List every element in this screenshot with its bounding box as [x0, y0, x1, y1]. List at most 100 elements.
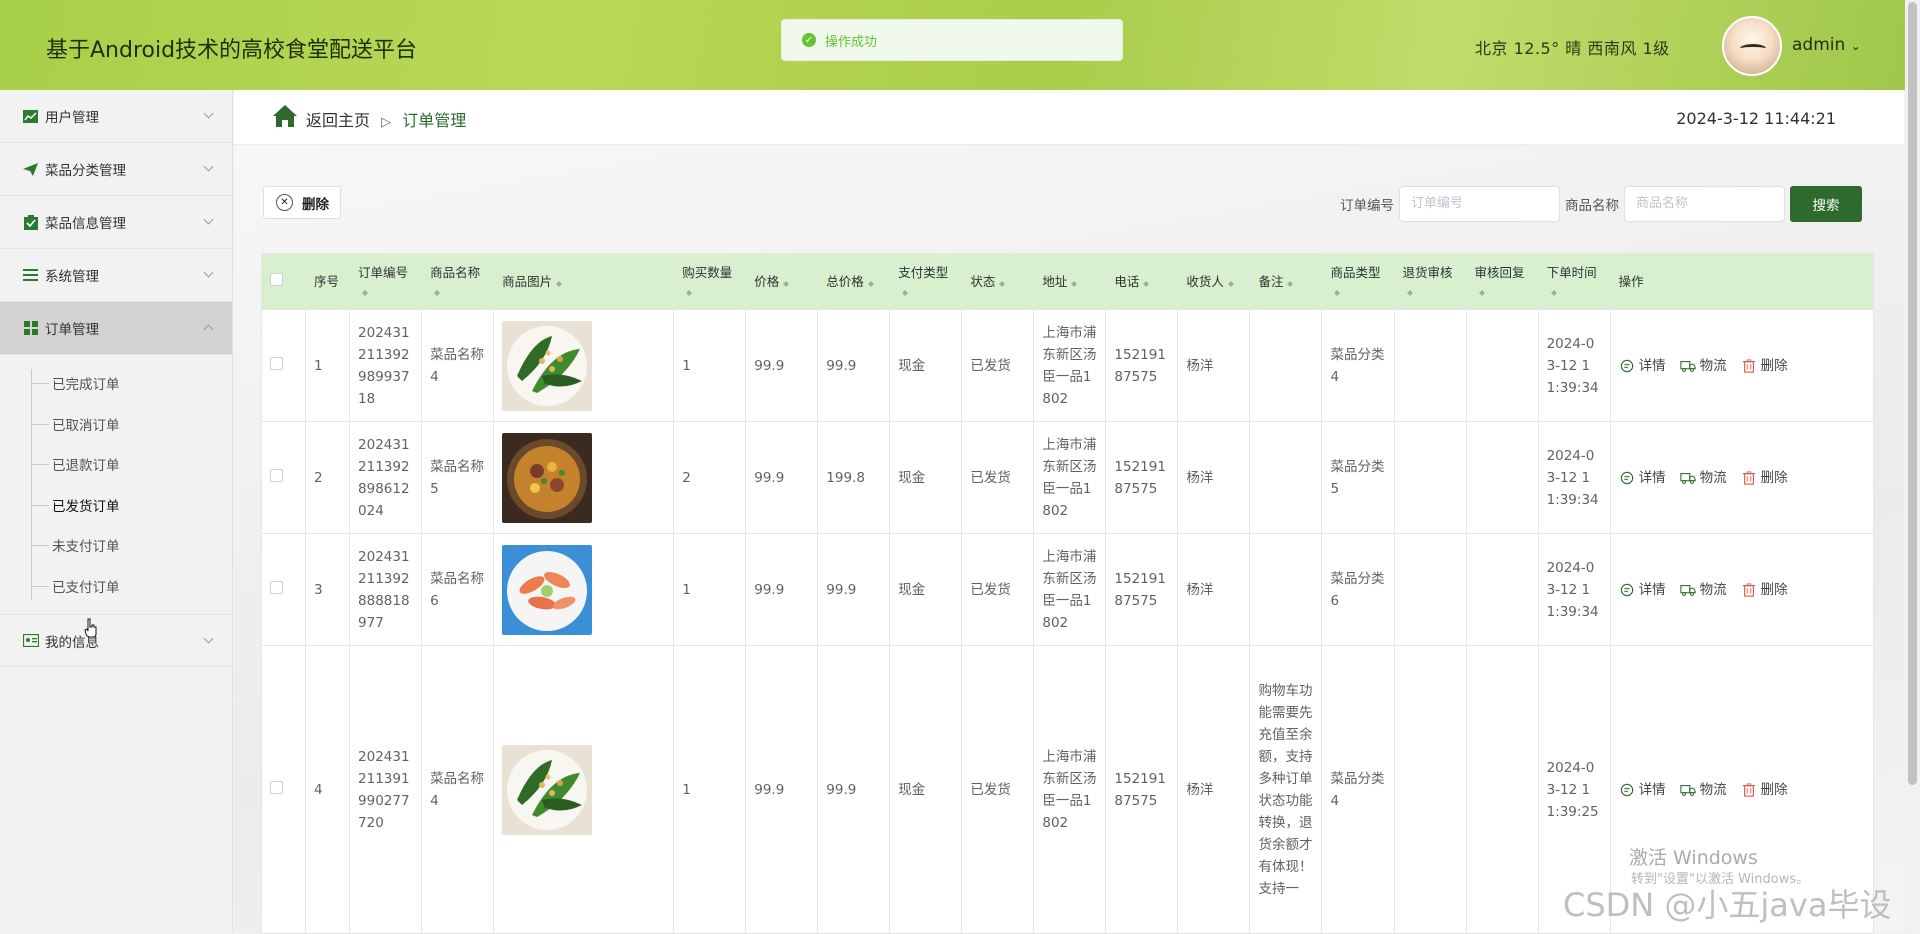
detail-button[interactable]: 详情: [1619, 355, 1666, 377]
chevron-down-icon: [203, 161, 214, 172]
th-order-time[interactable]: 下单时间: [1537, 253, 1611, 310]
breadcrumb-separator: ▷: [381, 115, 392, 130]
page-scrollbar[interactable]: [1905, 0, 1920, 932]
detail-button[interactable]: 详情: [1619, 579, 1666, 601]
sidebar-item-my-info[interactable]: 我的信息: [0, 614, 232, 667]
table-row[interactable]: 3 202431211392888818 977 菜品名称6 1 99.9 99.9 现金 已…: [260, 533, 1875, 646]
goods-image[interactable]: [502, 544, 593, 635]
goods-image[interactable]: [502, 432, 593, 523]
sort-icon[interactable]: [1071, 278, 1078, 288]
order-no-input[interactable]: 订单编号: [1399, 186, 1560, 222]
sidebar-item-label: 菜品分类管理: [45, 163, 126, 179]
th-remark[interactable]: 备注: [1249, 253, 1323, 310]
user-menu[interactable]: admin ⌄: [1792, 35, 1861, 55]
id-card-icon: [22, 633, 39, 648]
th-label: 价格: [754, 274, 780, 289]
th-goods-image[interactable]: 商品图片: [493, 253, 675, 310]
delete-row-button[interactable]: 删除: [1741, 779, 1788, 801]
sidebar: 用户管理 菜品分类管理 菜品信息管理 系统管理 订单管理 已完成订单 已取消订单…: [0, 90, 233, 932]
sidebar-item-orders[interactable]: 订单管理: [0, 302, 232, 355]
sort-icon[interactable]: [902, 287, 909, 297]
detail-button[interactable]: 详情: [1619, 779, 1666, 801]
th-address[interactable]: 地址: [1033, 253, 1107, 310]
th-receiver[interactable]: 收货人: [1177, 253, 1251, 310]
detail-button[interactable]: 详情: [1619, 467, 1666, 489]
th-goods-name[interactable]: 商品名称: [421, 253, 495, 310]
sort-icon[interactable]: [1550, 287, 1557, 297]
breadcrumb-home[interactable]: 返回主页: [306, 111, 370, 130]
sort-icon[interactable]: [686, 287, 693, 297]
cell-index: 4: [305, 645, 351, 934]
sort-icon[interactable]: [783, 278, 790, 288]
logistics-button[interactable]: 物流: [1679, 779, 1727, 801]
sort-icon[interactable]: [434, 287, 441, 297]
row-checkbox[interactable]: [270, 468, 283, 482]
th-status[interactable]: 状态: [961, 253, 1035, 310]
delete-row-button[interactable]: 删除: [1741, 467, 1788, 489]
sort-icon[interactable]: [1287, 278, 1294, 288]
sort-icon[interactable]: [362, 287, 369, 297]
table-row[interactable]: 1 202431211392989937 18 菜品名称4 1 99.9 99.9 现金 已发…: [260, 309, 1875, 422]
th-review-reply[interactable]: 审核回复: [1465, 253, 1539, 310]
sort-icon[interactable]: [1478, 287, 1485, 297]
goods-image[interactable]: [502, 744, 593, 835]
th-refund-review[interactable]: 退货审核: [1393, 253, 1467, 310]
th-label: 商品图片: [502, 274, 553, 289]
sort-icon[interactable]: [1334, 287, 1341, 297]
th-quantity[interactable]: 购买数量: [673, 253, 747, 310]
goods-name-input[interactable]: 商品名称: [1624, 186, 1785, 222]
search-button[interactable]: 搜索: [1790, 186, 1862, 222]
cell-price-text: 99.9: [754, 581, 785, 598]
delete-row-button[interactable]: 删除: [1741, 579, 1788, 601]
goods-image[interactable]: [502, 320, 593, 411]
submenu-paid-orders[interactable]: 已支付订单: [0, 566, 232, 607]
logistics-button[interactable]: 物流: [1679, 579, 1727, 601]
breadcrumb-current: 订单管理: [402, 111, 467, 130]
table-row[interactable]: 2 202431211392898612 024 菜品名称5 2 99.9 199.8 现金…: [260, 421, 1875, 534]
sort-icon[interactable]: [1227, 278, 1234, 288]
row-checkbox[interactable]: [270, 780, 283, 794]
sidebar-item-users[interactable]: 用户管理: [0, 90, 232, 143]
avatar[interactable]: [1722, 16, 1782, 76]
delete-row-button[interactable]: 删除: [1741, 355, 1788, 377]
logistics-button[interactable]: 物流: [1679, 355, 1727, 377]
scrollbar-thumb[interactable]: [1908, 2, 1917, 785]
row-actions: 详情 物流 删除: [1619, 355, 1865, 377]
goods-name-label: 商品名称: [1565, 198, 1619, 214]
th-pay-type[interactable]: 支付类型: [889, 253, 963, 310]
th-order-no[interactable]: 订单编号: [349, 253, 423, 310]
batch-delete-button[interactable]: ✕ 删除: [263, 186, 341, 219]
cell-address: 上海市浦东新区汤臣一品1802: [1033, 533, 1107, 646]
submenu-completed-orders[interactable]: 已完成订单: [0, 363, 232, 404]
logistics-button[interactable]: 物流: [1679, 467, 1727, 489]
sidebar-item-dish-info[interactable]: 菜品信息管理: [0, 196, 232, 249]
submenu-cancelled-orders[interactable]: 已取消订单: [0, 404, 232, 445]
sort-icon[interactable]: [999, 278, 1006, 288]
submenu-unpaid-orders[interactable]: 未支付订单: [0, 525, 232, 566]
row-checkbox[interactable]: [270, 356, 283, 370]
cell-select: [260, 533, 307, 646]
select-all-checkbox[interactable]: [270, 273, 283, 286]
submenu-shipped-orders[interactable]: 已发货订单: [0, 485, 232, 526]
sort-icon[interactable]: [867, 278, 874, 288]
sort-icon[interactable]: [1406, 287, 1413, 297]
truck-icon: [1679, 783, 1696, 797]
cell-order-time-text: 2024-03-12 11:39:25: [1546, 759, 1599, 820]
cell-pay-type-text: 现金: [898, 581, 926, 598]
home-icon[interactable]: [272, 104, 298, 128]
sort-icon[interactable]: [1143, 278, 1150, 288]
row-checkbox[interactable]: [270, 580, 283, 594]
th-price[interactable]: 价格: [745, 253, 819, 310]
cell-refund-review: [1393, 533, 1467, 646]
th-total[interactable]: 总价格: [817, 253, 891, 310]
th-goods-type[interactable]: 商品类型: [1321, 253, 1395, 310]
th-phone[interactable]: 电话: [1105, 253, 1179, 310]
submenu-refunded-orders[interactable]: 已退款订单: [0, 444, 232, 485]
sort-icon[interactable]: [556, 278, 563, 288]
sidebar-item-dish-category[interactable]: 菜品分类管理: [0, 143, 232, 196]
chart-icon: [22, 109, 39, 124]
sidebar-item-system[interactable]: 系统管理: [0, 249, 232, 302]
cell-goods-type: 菜品分类6: [1321, 533, 1395, 646]
cell-quantity-text: 1: [682, 581, 691, 598]
cell-index: 1: [305, 309, 351, 422]
